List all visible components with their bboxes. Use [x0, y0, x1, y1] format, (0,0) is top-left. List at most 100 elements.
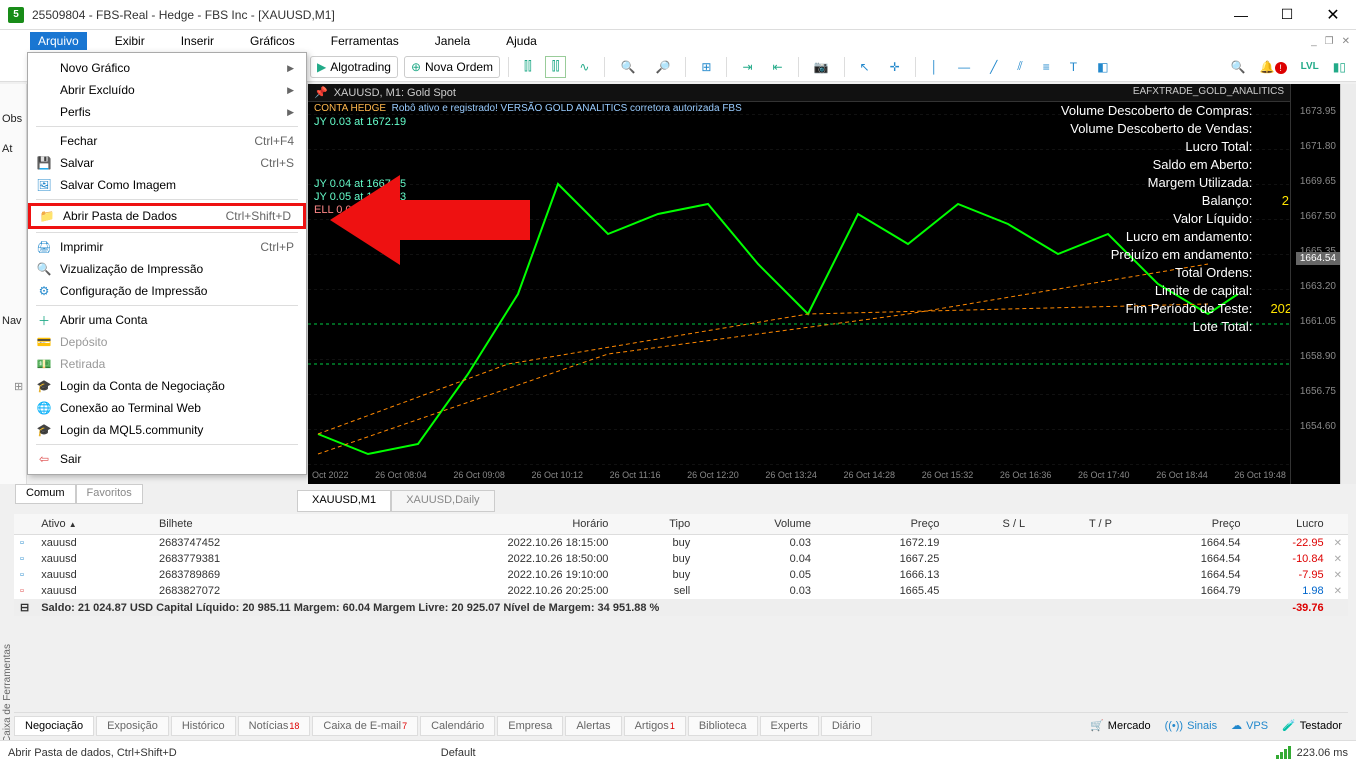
- menu-abrir-conta[interactable]: ＋Abrir uma Conta: [28, 309, 306, 331]
- hedge-label: CONTA HEDGE: [314, 103, 386, 114]
- tree-expand-icon[interactable]: ⊞: [14, 380, 23, 393]
- menu-inserir[interactable]: Inserir: [173, 32, 222, 50]
- objects-icon[interactable]: ◧: [1090, 56, 1115, 78]
- menu-ferramentas[interactable]: Ferramentas: [323, 32, 407, 50]
- cursor-icon[interactable]: ↖: [853, 56, 877, 78]
- table-row[interactable]: ▫ xauusd26837793812022.10.26 18:50:00 bu…: [14, 551, 1348, 567]
- testador-link[interactable]: 🧪 Testador: [1282, 719, 1342, 732]
- mdi-restore-icon[interactable]: ❐: [1325, 36, 1334, 47]
- table-row[interactable]: ▫ xauusd26837474522022.10.26 18:15:00 bu…: [14, 535, 1348, 552]
- tab-empresa[interactable]: Empresa: [497, 716, 563, 736]
- status-connection[interactable]: 223.06 ms: [1276, 746, 1348, 759]
- close-position-icon[interactable]: ✕: [1330, 535, 1348, 552]
- tab-xauusd-m1[interactable]: XAUUSD,M1: [297, 490, 391, 512]
- tab-comum[interactable]: Comum: [15, 484, 76, 504]
- tab-favoritos[interactable]: Favoritos: [76, 484, 143, 504]
- chart-scrollbar[interactable]: [1340, 84, 1356, 484]
- autoscroll-icon[interactable]: ⇥: [735, 56, 759, 78]
- tab-negociacao[interactable]: Negociação: [14, 716, 94, 736]
- channel-icon[interactable]: ⫽: [1010, 56, 1029, 78]
- menu-ajuda[interactable]: Ajuda: [498, 32, 545, 50]
- lvl-icon[interactable]: LVL: [1301, 61, 1319, 72]
- menu-exibir[interactable]: Exibir: [107, 32, 153, 50]
- menu-perfis[interactable]: Perfis▶: [28, 101, 306, 123]
- tab-email[interactable]: Caixa de E-mail7: [312, 716, 418, 736]
- menu-deposito[interactable]: 💳Depósito: [28, 331, 306, 353]
- trades-summary: ⊟Saldo: 21 024.87 USD Capital Líquido: 2…: [14, 599, 1348, 616]
- menu-retirada[interactable]: 💵Retirada: [28, 353, 306, 375]
- tab-calendario[interactable]: Calendário: [420, 716, 495, 736]
- menu-arquivo[interactable]: Arquivo: [30, 32, 87, 50]
- chart-pin-icon[interactable]: 📌: [314, 86, 328, 99]
- tab-noticias[interactable]: Notícias18: [238, 716, 311, 736]
- menu-abrir-pasta-dados[interactable]: 📁Abrir Pasta de DadosCtrl+Shift+D: [28, 203, 306, 229]
- image-icon: 🖼: [36, 177, 52, 193]
- line-chart-icon[interactable]: ∿: [572, 56, 596, 78]
- maximize-button[interactable]: ☐: [1264, 0, 1310, 30]
- algotrading-button[interactable]: ▶ Algotrading: [310, 56, 398, 78]
- status-profile[interactable]: Default: [441, 747, 476, 759]
- tab-experts[interactable]: Experts: [760, 716, 819, 736]
- shift-icon[interactable]: ⇤: [766, 56, 790, 78]
- menu-conexao-web[interactable]: 🌐Conexão ao Terminal Web: [28, 397, 306, 419]
- trades-header[interactable]: Ativo ▲ Bilhete Horário Tipo Volume Preç…: [14, 514, 1348, 535]
- chart-xauusd-m1[interactable]: 📌 XAUUSD, M1: Gold Spot CONTA HEDGE Robô …: [308, 84, 1340, 484]
- menu-salvar-imagem[interactable]: 🖼Salvar Como Imagem: [28, 174, 306, 196]
- menu-fechar[interactable]: FecharCtrl+F4: [28, 130, 306, 152]
- tab-exposicao[interactable]: Exposição: [96, 716, 169, 736]
- ea-name: EAFXTRADE_GOLD_ANALITICS: [1133, 86, 1284, 97]
- zoom-in-icon[interactable]: 🔍: [613, 56, 642, 78]
- trendline-icon[interactable]: ╱: [983, 56, 1004, 78]
- preview-icon: 🔍: [36, 261, 52, 277]
- menu-novo-grafico[interactable]: Novo Gráfico▶: [28, 57, 306, 79]
- tab-alertas[interactable]: Alertas: [565, 716, 621, 736]
- callout-arrow: [320, 165, 540, 275]
- menu-login-mql5[interactable]: 🎓Login da MQL5.community: [28, 419, 306, 441]
- table-row[interactable]: ▫ xauusd26838270722022.10.26 20:25:00 se…: [14, 583, 1348, 599]
- tab-biblioteca[interactable]: Biblioteca: [688, 716, 758, 736]
- tab-xauusd-daily[interactable]: XAUUSD,Daily: [391, 490, 494, 512]
- close-position-icon[interactable]: ✕: [1330, 567, 1348, 583]
- menu-janela[interactable]: Janela: [427, 32, 478, 50]
- sinais-link[interactable]: ((•)) Sinais: [1165, 720, 1217, 732]
- battery-icon[interactable]: ▮▯: [1333, 60, 1346, 74]
- menu-config-impressao[interactable]: ⚙Configuração de Impressão: [28, 280, 306, 302]
- tile-icon[interactable]: ⊞: [694, 56, 718, 78]
- alert-icon[interactable]: 🔔!: [1260, 60, 1287, 74]
- menu-login-conta[interactable]: 🎓Login da Conta de Negociação: [28, 375, 306, 397]
- minimize-button[interactable]: —: [1218, 0, 1264, 30]
- bar-chart-icon[interactable]: ⫿⫿: [517, 56, 539, 78]
- menu-sair[interactable]: ⇦Sair: [28, 448, 306, 470]
- tab-diario[interactable]: Diário: [821, 716, 872, 736]
- tab-historico[interactable]: Histórico: [171, 716, 236, 736]
- text-icon[interactable]: T: [1063, 56, 1084, 78]
- mdi-minimize-icon[interactable]: _: [1311, 36, 1317, 47]
- menu-salvar[interactable]: 💾SalvarCtrl+S: [28, 152, 306, 174]
- camera-icon[interactable]: 📷: [807, 56, 836, 78]
- vps-link[interactable]: ☁ VPS: [1231, 719, 1268, 732]
- menu-visualizacao-impressao[interactable]: 🔍Vizualização de Impressão: [28, 258, 306, 280]
- fibo-icon[interactable]: ≡: [1036, 56, 1057, 78]
- close-position-icon[interactable]: ✕: [1330, 551, 1348, 567]
- menu-abrir-excluido[interactable]: Abrir Excluído▶: [28, 79, 306, 101]
- tab-artigos[interactable]: Artigos1: [624, 716, 686, 736]
- mercado-link[interactable]: 🛒 Mercado: [1090, 719, 1151, 732]
- candle-chart-icon[interactable]: ⫿⫿: [545, 56, 567, 78]
- close-button[interactable]: ✕: [1310, 0, 1356, 30]
- sort-asc-icon[interactable]: ▲: [69, 520, 77, 529]
- search-icon[interactable]: 🔍: [1231, 60, 1246, 74]
- mdi-close-icon[interactable]: ✕: [1342, 36, 1350, 47]
- crosshair-icon[interactable]: ✛: [883, 56, 907, 78]
- new-order-button[interactable]: ⊕ Nova Ordem: [404, 56, 500, 78]
- vline-icon[interactable]: │: [924, 56, 946, 78]
- zoom-out-icon[interactable]: 🔎: [648, 56, 677, 78]
- close-position-icon[interactable]: ✕: [1330, 583, 1348, 599]
- hline-icon[interactable]: —: [951, 56, 977, 78]
- menu-imprimir[interactable]: 🖨ImprimirCtrl+P: [28, 236, 306, 258]
- chart-title: XAUUSD, M1: Gold Spot: [334, 87, 456, 99]
- robot-status: Robô ativo e registrado! VERSÃO GOLD ANA…: [392, 103, 742, 114]
- toolbox-label[interactable]: Caixa de Ferramentas: [0, 640, 15, 747]
- table-row[interactable]: ▫ xauusd26837898692022.10.26 19:10:00 bu…: [14, 567, 1348, 583]
- menu-graficos[interactable]: Gráficos: [242, 32, 303, 50]
- obs-label: Obs: [2, 113, 22, 125]
